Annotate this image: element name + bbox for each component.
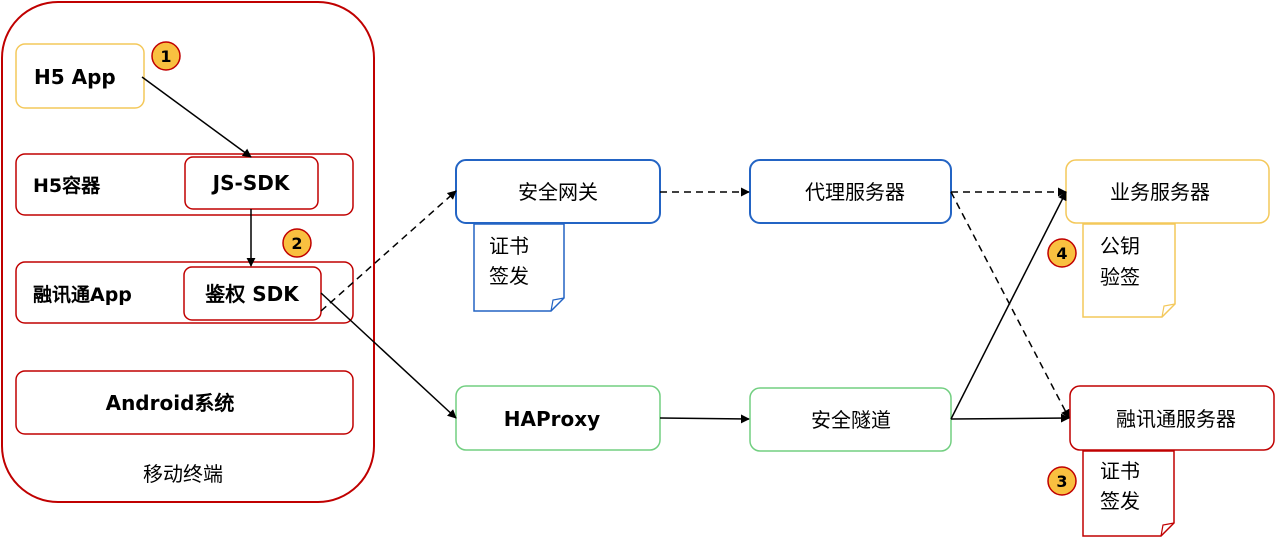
step-badge-2: 2 xyxy=(282,228,312,258)
server-cert-line1: 证书 xyxy=(1100,459,1140,483)
public-key-verify-note: 公钥 验签 xyxy=(1082,223,1176,318)
business-server-box: 业务服务器 xyxy=(1065,159,1270,224)
security-gateway-box: 安全网关 xyxy=(455,159,661,224)
rongxuntong-server-box: 融讯通服务器 xyxy=(1069,385,1275,451)
gateway-cert-line2: 签发 xyxy=(489,264,529,288)
h5-container-label: H5容器 xyxy=(33,174,101,197)
step-badge-3-number: 3 xyxy=(1056,472,1067,491)
arrow-haproxy-to-tunnel xyxy=(659,414,750,424)
step-badge-2-number: 2 xyxy=(291,234,302,253)
arrow-h5app-to-jssdk xyxy=(141,76,252,158)
server-cert-note: 证书 签发 xyxy=(1082,450,1175,537)
step-badge-4: 4 xyxy=(1047,238,1077,268)
proxy-server-label: 代理服务器 xyxy=(805,180,905,204)
auth-sdk-label: 鉴权 SDK xyxy=(204,282,300,306)
mobile-terminal-label: 移动终端 xyxy=(143,462,223,486)
business-server-label: 业务服务器 xyxy=(1110,180,1210,204)
public-key-verify-line2: 验签 xyxy=(1100,265,1140,289)
proxy-server-box: 代理服务器 xyxy=(749,159,952,224)
security-tunnel-box: 安全隧道 xyxy=(749,387,952,452)
server-cert-line2: 签发 xyxy=(1100,489,1140,513)
step-badge-1: 1 xyxy=(151,41,181,71)
step-badge-1-number: 1 xyxy=(160,47,171,66)
step-badge-3: 3 xyxy=(1047,466,1077,496)
arrow-tunnel-to-rongxuntong-server xyxy=(950,413,1070,423)
rongxuntong-app-label: 融讯通App xyxy=(33,284,132,306)
gateway-cert-note: 证书 签发 xyxy=(473,223,565,312)
connectors xyxy=(141,76,1070,424)
h5-app-box: H5 App xyxy=(15,43,145,109)
haproxy-box: HAProxy xyxy=(455,385,661,451)
auth-sdk-box: 鉴权 SDK xyxy=(183,266,322,321)
security-gateway-label: 安全网关 xyxy=(518,180,598,204)
step-badge-4-number: 4 xyxy=(1056,244,1067,263)
security-tunnel-label: 安全隧道 xyxy=(811,408,891,432)
gateway-cert-line1: 证书 xyxy=(489,234,529,258)
android-system-box: Android系统 xyxy=(15,370,354,435)
android-system-label: Android系统 xyxy=(106,391,235,415)
js-sdk-label: JS-SDK xyxy=(211,171,291,195)
js-sdk-box: JS-SDK xyxy=(184,156,319,210)
rongxuntong-server-label: 融讯通服务器 xyxy=(1116,407,1236,431)
architecture-diagram: 移动终端 H5 App H5容器 JS-SDK 融讯通App 鉴权 SDK An… xyxy=(1,1,1275,537)
h5-app-label: H5 App xyxy=(34,65,116,89)
public-key-verify-line1: 公钥 xyxy=(1100,234,1140,258)
haproxy-label: HAProxy xyxy=(504,407,600,431)
